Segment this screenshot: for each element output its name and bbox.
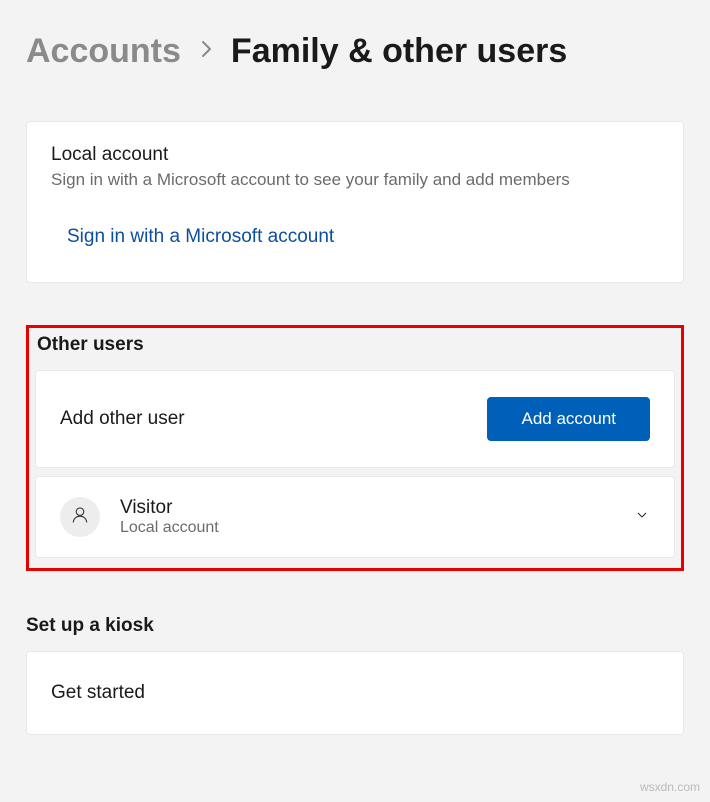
breadcrumb-parent[interactable]: Accounts xyxy=(26,32,181,71)
chevron-right-icon xyxy=(199,39,213,65)
chevron-down-icon[interactable] xyxy=(634,507,650,528)
kiosk-get-started: Get started xyxy=(51,682,145,703)
local-account-card: Local account Sign in with a Microsoft a… xyxy=(26,121,684,283)
kiosk-section: Set up a kiosk Get started xyxy=(26,615,684,735)
user-name: Visitor xyxy=(120,497,614,519)
local-account-title: Local account xyxy=(51,144,659,166)
other-users-heading: Other users xyxy=(37,334,675,356)
breadcrumb: Accounts Family & other users xyxy=(26,32,684,71)
kiosk-heading: Set up a kiosk xyxy=(26,615,684,637)
add-account-button[interactable]: Add account xyxy=(487,397,650,441)
user-info: Visitor Local account xyxy=(120,497,614,537)
other-users-highlight: Other users Add other user Add account V… xyxy=(26,325,684,571)
local-account-subtitle: Sign in with a Microsoft account to see … xyxy=(51,170,659,190)
signin-link[interactable]: Sign in with a Microsoft account xyxy=(67,226,334,248)
user-row[interactable]: Visitor Local account xyxy=(35,476,675,558)
add-other-user-label: Add other user xyxy=(60,408,185,430)
watermark: wsxdn.com xyxy=(640,780,700,794)
avatar xyxy=(60,497,100,537)
page-title: Family & other users xyxy=(231,32,567,71)
person-icon xyxy=(70,505,90,530)
user-type: Local account xyxy=(120,519,614,537)
add-other-user-row: Add other user Add account xyxy=(35,370,675,468)
kiosk-card[interactable]: Get started xyxy=(26,651,684,735)
